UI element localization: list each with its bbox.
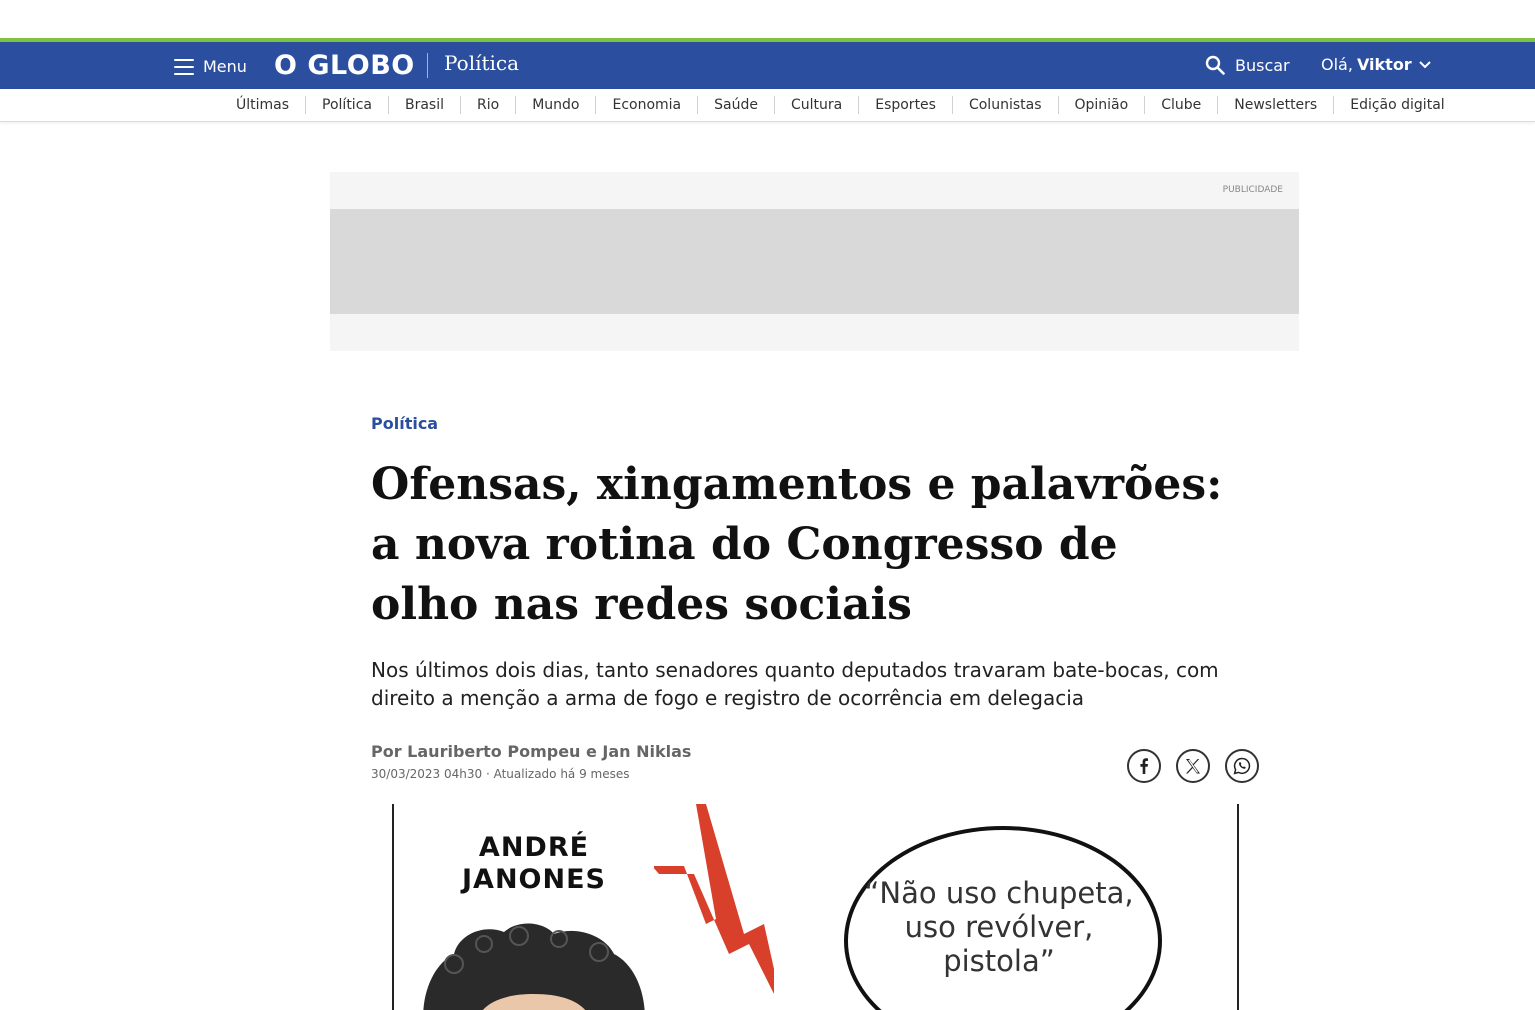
share-bar bbox=[1127, 749, 1274, 783]
nav-item-economia[interactable]: Economia bbox=[595, 96, 697, 114]
nav-item-ultimas[interactable]: Últimas bbox=[220, 96, 305, 114]
menu-button[interactable]: Menu bbox=[174, 55, 247, 77]
search-icon bbox=[1205, 55, 1225, 75]
ad-slot[interactable] bbox=[330, 209, 1299, 314]
speech-bubble-quote: “Não uso chupeta, uso revólver, pistola” bbox=[864, 876, 1134, 978]
nav-item-mundo[interactable]: Mundo bbox=[515, 96, 595, 114]
article-kicker[interactable]: Política bbox=[371, 414, 438, 433]
chevron-down-icon bbox=[1418, 60, 1431, 68]
section-nav: Últimas Política Brasil Rio Mundo Econom… bbox=[0, 89, 1535, 122]
ad-label: PUBLICIDADE bbox=[1222, 185, 1283, 195]
nav-item-politica[interactable]: Política bbox=[305, 96, 388, 114]
nav-item-cultura[interactable]: Cultura bbox=[773, 96, 858, 114]
illustration-name-tag: ANDRÉ JANONES bbox=[462, 832, 606, 896]
search-label: Buscar bbox=[1235, 55, 1290, 75]
facebook-icon bbox=[1140, 758, 1148, 774]
logo-divider bbox=[427, 53, 428, 78]
user-name: Viktor bbox=[1356, 55, 1412, 74]
search-button[interactable]: Buscar bbox=[1205, 55, 1290, 75]
nav-item-newsletters[interactable]: Newsletters bbox=[1217, 96, 1333, 114]
user-menu[interactable]: Olá, Viktor bbox=[1321, 55, 1432, 74]
article-byline: Por Lauriberto Pompeu e Jan Niklas bbox=[371, 742, 692, 761]
article-subtitle: Nos últimos dois dias, tanto senadores q… bbox=[371, 658, 1219, 710]
nav-item-brasil[interactable]: Brasil bbox=[387, 96, 460, 114]
article-headline: Ofensas, xingamentos e palavrões: a nova… bbox=[371, 459, 1223, 630]
article-dateline: 30/03/2023 04h30 · Atualizado há 9 meses bbox=[371, 767, 630, 781]
share-x-button[interactable] bbox=[1176, 749, 1210, 783]
site-header: Menu O GLOBO Política Buscar Olá, Viktor bbox=[0, 42, 1535, 89]
nav-item-opiniao[interactable]: Opinião bbox=[1057, 96, 1145, 114]
whatsapp-icon bbox=[1233, 757, 1251, 775]
name-line-2: JANONES bbox=[462, 864, 606, 895]
greeting-text: Olá, bbox=[1321, 55, 1353, 74]
nav-item-saude[interactable]: Saúde bbox=[697, 96, 774, 114]
section-title[interactable]: Política bbox=[444, 51, 519, 75]
site-logo[interactable]: O GLOBO bbox=[274, 50, 415, 81]
hamburger-icon bbox=[174, 56, 194, 76]
nav-item-colunistas[interactable]: Colunistas bbox=[951, 96, 1058, 114]
nav-item-edicao-digital[interactable]: Edição digital bbox=[1333, 96, 1460, 114]
ad-banner: PUBLICIDADE bbox=[330, 172, 1299, 351]
share-facebook-button[interactable] bbox=[1127, 749, 1161, 783]
portrait-illustration bbox=[423, 923, 645, 1010]
name-line-1: ANDRÉ bbox=[478, 832, 590, 863]
x-icon bbox=[1186, 759, 1200, 774]
lightning-bolt-graphic bbox=[654, 804, 774, 994]
nav-item-esportes[interactable]: Esportes bbox=[858, 96, 952, 114]
menu-label: Menu bbox=[203, 56, 247, 76]
nav-item-clube[interactable]: Clube bbox=[1144, 96, 1217, 114]
nav-item-rio[interactable]: Rio bbox=[460, 96, 515, 114]
share-whatsapp-button[interactable] bbox=[1225, 749, 1259, 783]
article-illustration[interactable]: ANDRÉ JANONES “Não uso chupeta, uso revó… bbox=[392, 804, 1239, 1010]
